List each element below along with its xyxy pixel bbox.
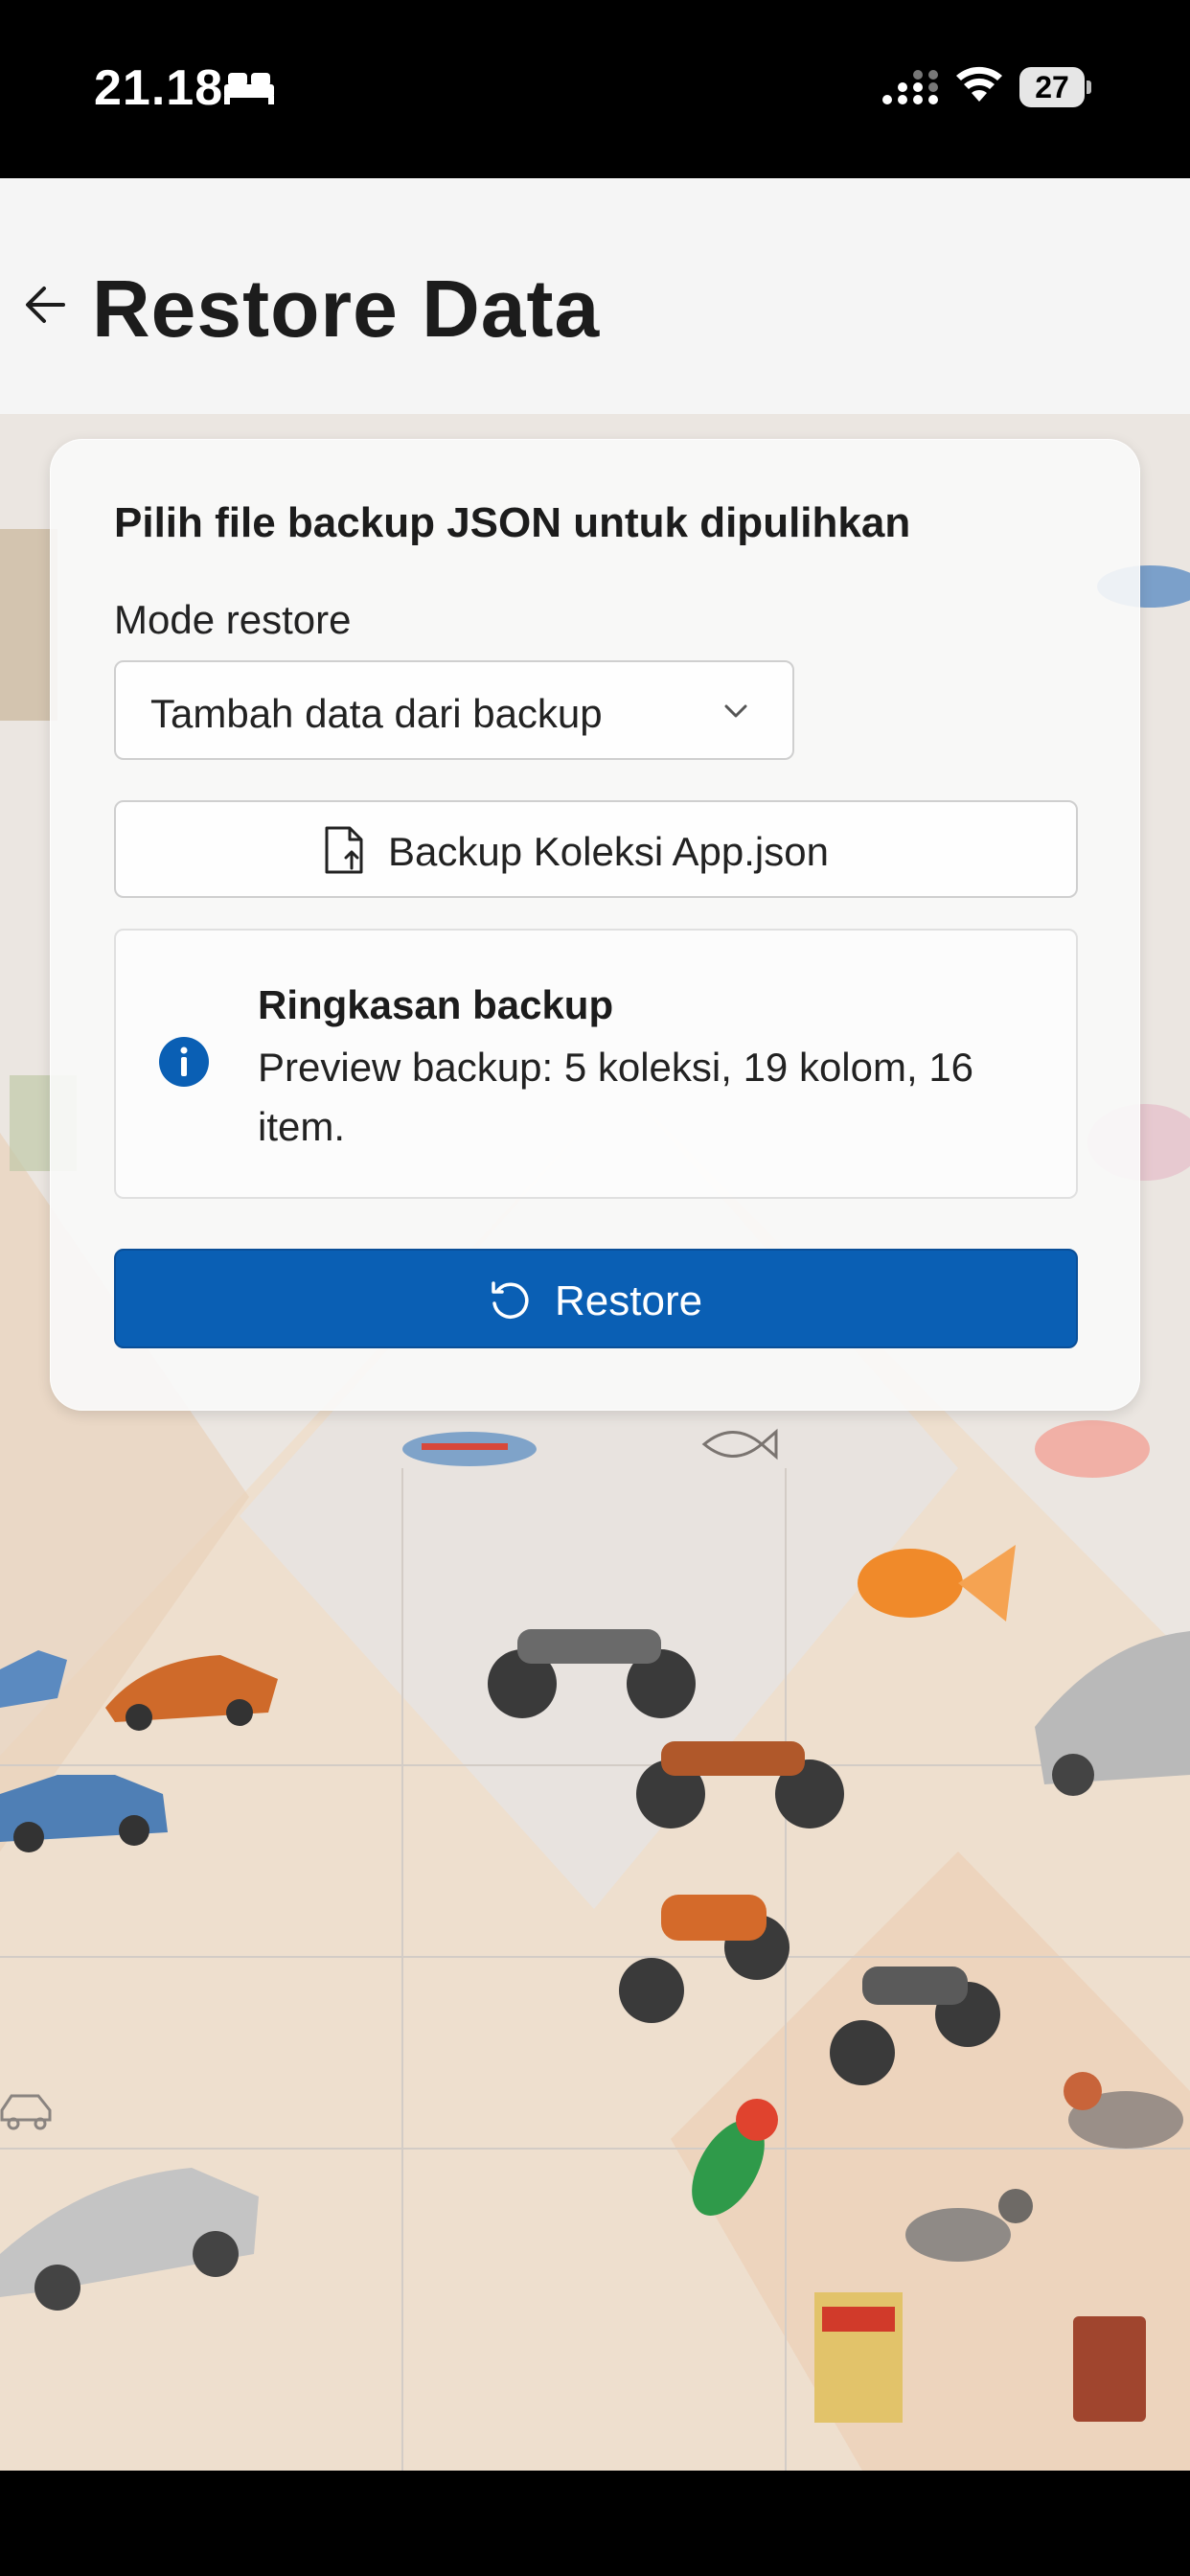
- restore-label: Restore: [555, 1277, 703, 1324]
- bottom-bar: [0, 2471, 1190, 2576]
- summary-text: Preview backup: 5 koleksi, 19 kolom, 16 …: [258, 1045, 974, 1149]
- battery-icon: 27: [1019, 67, 1091, 107]
- restore-icon: [492, 1281, 529, 1319]
- bed-icon: [224, 73, 274, 104]
- restore-button[interactable]: Restore: [114, 1249, 1078, 1348]
- arrow-left-icon[interactable]: [19, 278, 73, 332]
- status-time: 21.18: [94, 60, 224, 116]
- info-icon: [159, 1037, 209, 1087]
- mode-label: Mode restore: [114, 597, 352, 642]
- mode-select[interactable]: Tambah data dari backup: [114, 660, 794, 760]
- app-bar: Restore Data: [0, 178, 1190, 414]
- select-file-button[interactable]: Backup Koleksi App.json: [114, 800, 1078, 898]
- restore-card: Pilih file backup JSON untuk dipulihkan …: [50, 439, 1140, 1411]
- page-title: Restore Data: [92, 264, 601, 354]
- backup-summary: Ringkasan backup Preview backup: 5 kolek…: [114, 929, 1078, 1199]
- file-upload-icon: [325, 826, 363, 874]
- file-name: Backup Koleksi App.json: [388, 829, 829, 874]
- card-heading: Pilih file backup JSON untuk dipulihkan: [114, 499, 911, 546]
- chevron-down-icon: [724, 704, 747, 718]
- signal-icon: [882, 70, 938, 104]
- battery-level: 27: [1035, 70, 1069, 104]
- status-bar: 21.18 27: [0, 0, 1190, 178]
- summary-title: Ringkasan backup: [258, 982, 614, 1027]
- wifi-icon: [956, 66, 1002, 102]
- mode-select-value: Tambah data dari backup: [150, 691, 603, 736]
